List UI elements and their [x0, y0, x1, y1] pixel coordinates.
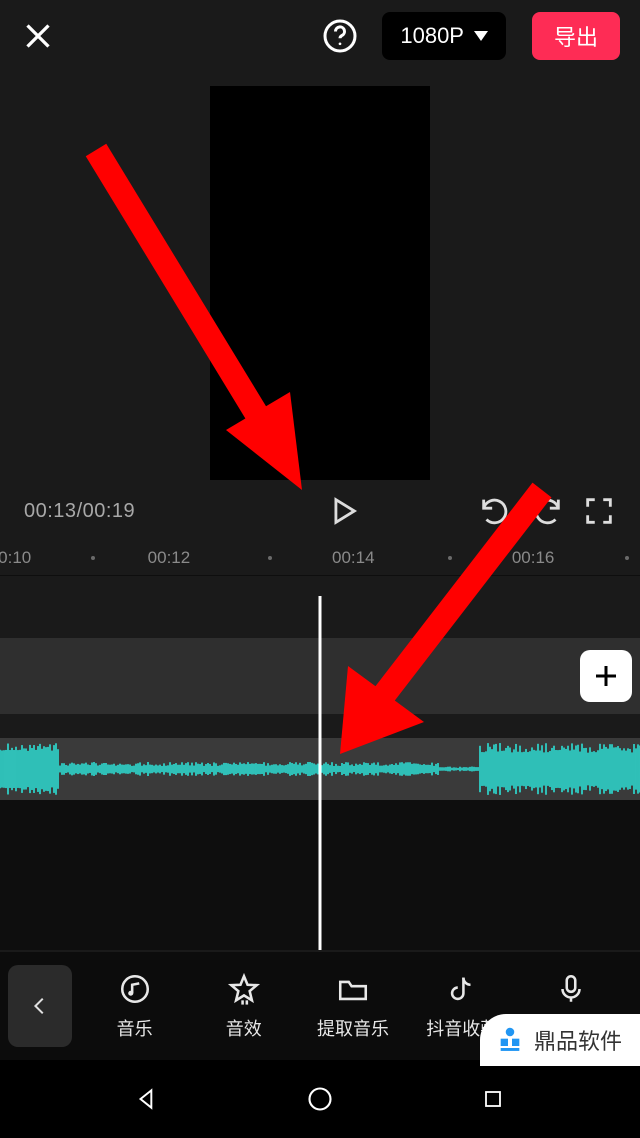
playhead[interactable] [319, 596, 322, 950]
video-preview[interactable] [210, 86, 430, 480]
chevron-down-icon [474, 31, 488, 41]
tool-music-note[interactable]: 音乐 [80, 971, 189, 1041]
resolution-label: 1080P [400, 23, 464, 49]
fullscreen-icon[interactable] [582, 494, 616, 528]
system-home-icon[interactable] [300, 1079, 340, 1119]
ruler-dot [625, 556, 629, 560]
time-display: 00:13/00:19 [24, 500, 135, 523]
system-nav-bar [0, 1060, 640, 1138]
export-label: 导出 [554, 20, 598, 52]
music-note-icon [117, 971, 153, 1007]
redo-icon[interactable] [530, 494, 564, 528]
system-back-icon[interactable] [127, 1079, 167, 1119]
play-icon[interactable] [326, 494, 360, 528]
video-preview-area [0, 72, 640, 482]
folder-icon [335, 971, 371, 1007]
ruler-dot [448, 556, 452, 560]
watermark-text: 鼎品软件 [534, 1024, 622, 1056]
ruler-dot [91, 556, 95, 560]
resolution-dropdown[interactable]: 1080P [382, 12, 506, 60]
watermark-badge: 鼎品软件 [480, 1014, 640, 1066]
ruler-dot [268, 556, 272, 560]
export-button[interactable]: 导出 [532, 12, 620, 60]
tool-label: 音乐 [117, 1015, 153, 1041]
ruler-tick: 00:16 [512, 548, 555, 568]
watermark-logo-icon [494, 1024, 526, 1056]
tool-label: 提取音乐 [317, 1015, 389, 1041]
douyin-icon [444, 971, 480, 1007]
star-icon [226, 971, 262, 1007]
back-button[interactable] [8, 965, 72, 1047]
undo-icon[interactable] [478, 494, 512, 528]
ruler-tick: 0:10 [0, 548, 31, 568]
system-recent-icon[interactable] [473, 1079, 513, 1119]
mic-icon [553, 971, 589, 1007]
timeline-ruler[interactable]: 0:10 00:12 00:14 00:16 [0, 540, 640, 576]
help-icon[interactable] [322, 18, 358, 54]
transport-bar: 00:13/00:19 [0, 482, 640, 540]
tool-folder[interactable]: 提取音乐 [298, 971, 407, 1041]
tool-star[interactable]: 音效 [189, 971, 298, 1041]
tool-label: 音效 [226, 1015, 262, 1041]
ruler-tick: 00:12 [148, 548, 191, 568]
timeline[interactable]: 0:10 00:12 00:14 00:16 [0, 540, 640, 950]
add-clip-button[interactable] [580, 650, 632, 702]
close-icon[interactable] [20, 18, 56, 54]
ruler-tick: 00:14 [332, 548, 375, 568]
editor-header: 1080P 导出 [0, 0, 640, 72]
